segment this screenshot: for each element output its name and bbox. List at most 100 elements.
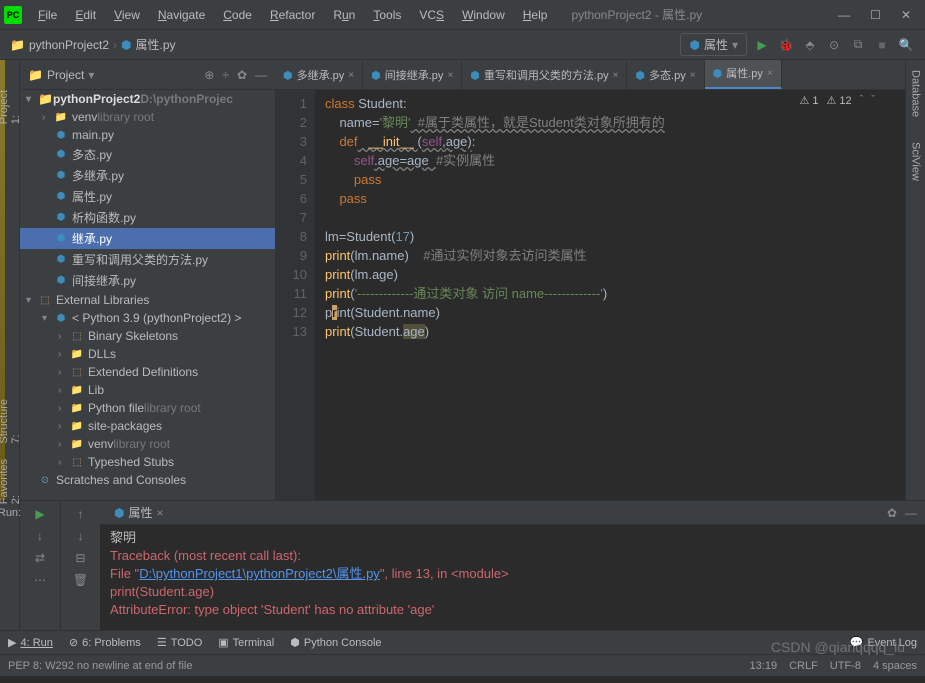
menu-help[interactable]: Help — [515, 4, 556, 26]
sidetab-project[interactable]: 1: Project — [0, 90, 22, 124]
close-button[interactable]: ✕ — [901, 8, 911, 22]
run-panel: Run: ▶ ↓ ⇄ ⋯ ↑ ↓ ⊟ 🗑 ⬢属性 × ✿ — 黎明 Traceb… — [0, 500, 925, 630]
tree-root[interactable]: ▾📁 pythonProject2 D:\pythonProjec — [20, 90, 275, 108]
right-tool-strip: Database SciView — [905, 60, 925, 500]
breadcrumb-project[interactable]: 📁 pythonProject2 — [10, 38, 109, 52]
project-panel: 📁 Project ▾ ⊕ ÷ ✿ — ▾📁 pythonProject2 D:… — [20, 60, 275, 500]
menu-refactor[interactable]: Refactor — [262, 4, 323, 26]
tree-file[interactable]: ⬢重写和调用父类的方法.py — [20, 249, 275, 270]
menu-run[interactable]: Run — [325, 4, 363, 26]
menu-window[interactable]: Window — [454, 4, 513, 26]
tree-lib[interactable]: ›📁Python file library root — [20, 399, 275, 417]
cursor-pos[interactable]: 13:19 — [750, 660, 778, 672]
editor: ⬢多继承.py× ⬢间接继承.py× ⬢重写和调用父类的方法.py× ⬢多态.p… — [275, 60, 905, 500]
stop-run-button[interactable]: ↓ — [37, 529, 43, 543]
nav-up-icon[interactable]: ˆ — [860, 94, 864, 107]
scroll-button[interactable]: ⋯ — [34, 573, 46, 587]
tab-active[interactable]: ⬢属性.py× — [705, 60, 782, 89]
expand-icon[interactable]: ÷ — [222, 68, 229, 82]
tree-file[interactable]: ⬢析构函数.py — [20, 207, 275, 228]
bottom-todo[interactable]: ☰ TODO — [157, 636, 202, 649]
gear-icon[interactable]: ✿ — [887, 506, 897, 520]
tree-python[interactable]: ▾⬢< Python 3.9 (pythonProject2) > — [20, 309, 275, 327]
filter-icon[interactable]: ⊟ — [75, 551, 85, 565]
search-button[interactable]: 🔍 — [897, 36, 915, 54]
concurrency-button[interactable]: ⧉ — [849, 36, 867, 54]
run-config-selector[interactable]: ⬢ 属性 ▾ — [680, 33, 747, 56]
tree-lib[interactable]: ›⬚Typeshed Stubs — [20, 453, 275, 471]
bottom-run[interactable]: ▶ 4: Run — [8, 636, 53, 649]
encoding[interactable]: UTF-8 — [830, 660, 861, 672]
error-badge[interactable]: ⚠ 1 — [799, 94, 818, 107]
rerun-button[interactable]: ▶ — [35, 507, 44, 521]
status-bar: PEP 8: W292 no newline at end of file 13… — [0, 654, 925, 676]
sidetab-sciview[interactable]: SciView — [910, 142, 922, 181]
tree-file[interactable]: ⬢间接继承.py — [20, 270, 275, 291]
minimize-button[interactable]: — — [838, 8, 850, 22]
tab[interactable]: ⬢间接继承.py× — [363, 61, 462, 89]
tree-file[interactable]: ⬢多态.py — [20, 144, 275, 165]
breadcrumb-file[interactable]: ⬢ 属性.py — [121, 36, 176, 53]
profile-button[interactable]: ⊙ — [825, 36, 843, 54]
tree-ext-lib[interactable]: ▾⬚External Libraries — [20, 291, 275, 309]
tree-file[interactable]: ⬢属性.py — [20, 186, 275, 207]
panel-title[interactable]: 📁 Project ▾ — [28, 68, 204, 82]
hide-icon[interactable]: — — [255, 68, 267, 82]
up-arrow-icon[interactable]: ↑ — [78, 507, 84, 521]
close-icon[interactable]: × — [348, 70, 354, 81]
tab[interactable]: ⬢多态.py× — [627, 61, 704, 89]
run-output[interactable]: 黎明 Traceback (most recent call last): Fi… — [100, 525, 925, 630]
menu-edit[interactable]: Edit — [67, 4, 104, 26]
line-sep[interactable]: CRLF — [789, 660, 818, 672]
bottom-terminal[interactable]: ▣ Terminal — [218, 636, 274, 649]
tree-file[interactable]: ⬢多继承.py — [20, 165, 275, 186]
nav-down-icon[interactable]: ˇ — [871, 94, 875, 107]
run-button[interactable]: ▶ — [753, 36, 771, 54]
bottom-problems[interactable]: ⊘ 6: Problems — [69, 636, 141, 649]
tree-file[interactable]: ⬢main.py — [20, 126, 275, 144]
run-tab[interactable]: ⬢属性 × — [108, 502, 170, 523]
maximize-button[interactable]: ☐ — [870, 8, 881, 22]
close-icon[interactable]: × — [613, 70, 619, 81]
tree-file-selected[interactable]: ⬢继承.py — [20, 228, 275, 249]
app-logo: PC — [4, 6, 22, 24]
trash-icon[interactable]: 🗑 — [73, 573, 88, 587]
settings-icon[interactable]: ✿ — [237, 68, 247, 82]
tree-venv[interactable]: ›📁venv library root — [20, 108, 275, 126]
debug-button[interactable]: 🐞 — [777, 36, 795, 54]
file-link[interactable]: D:\pythonProject1\pythonProject2\属性.py — [139, 566, 380, 581]
indent[interactable]: 4 spaces — [873, 660, 917, 672]
tree-lib[interactable]: ›📁DLLs — [20, 345, 275, 363]
tab[interactable]: ⬢多继承.py× — [275, 61, 363, 89]
stop-button[interactable]: ■ — [873, 36, 891, 54]
code-area[interactable]: class Student: name='黎明' #属于类属性，就是Studen… — [315, 90, 905, 500]
tree-lib[interactable]: ›⬚Binary Skeletons — [20, 327, 275, 345]
menu-tools[interactable]: Tools — [365, 4, 409, 26]
menu-file[interactable]: File — [30, 4, 65, 26]
tree-lib[interactable]: ›📁Lib — [20, 381, 275, 399]
sidetab-favorites[interactable]: 2: Favorites — [0, 459, 22, 504]
tree-lib[interactable]: ›📁venv library root — [20, 435, 275, 453]
close-icon[interactable]: × — [767, 68, 773, 79]
main-menu: File Edit View Navigate Code Refactor Ru… — [30, 4, 555, 26]
soft-wrap-button[interactable]: ⇄ — [35, 551, 45, 565]
tab[interactable]: ⬢重写和调用父类的方法.py× — [462, 61, 627, 89]
tree-scratch[interactable]: ⊙Scratches and Consoles — [20, 471, 275, 489]
tree-lib[interactable]: ›📁site-packages — [20, 417, 275, 435]
sidetab-database[interactable]: Database — [910, 70, 922, 117]
menu-view[interactable]: View — [106, 4, 148, 26]
sidetab-structure[interactable]: 7: Structure — [0, 399, 22, 444]
menu-vcs[interactable]: VCS — [411, 4, 452, 26]
editor-tabs: ⬢多继承.py× ⬢间接继承.py× ⬢重写和调用父类的方法.py× ⬢多态.p… — [275, 60, 905, 90]
coverage-button[interactable]: ⬘ — [801, 36, 819, 54]
close-icon[interactable]: × — [447, 70, 453, 81]
down-arrow-icon[interactable]: ↓ — [78, 529, 84, 543]
menu-code[interactable]: Code — [215, 4, 260, 26]
locate-icon[interactable]: ⊕ — [204, 68, 214, 82]
menu-navigate[interactable]: Navigate — [150, 4, 213, 26]
bottom-console[interactable]: ⬢ Python Console — [290, 636, 381, 649]
close-icon[interactable]: × — [690, 70, 696, 81]
tree-lib[interactable]: ›⬚Extended Definitions — [20, 363, 275, 381]
warning-badge[interactable]: ⚠ 12 — [826, 94, 851, 107]
hide-run-icon[interactable]: — — [905, 506, 917, 520]
